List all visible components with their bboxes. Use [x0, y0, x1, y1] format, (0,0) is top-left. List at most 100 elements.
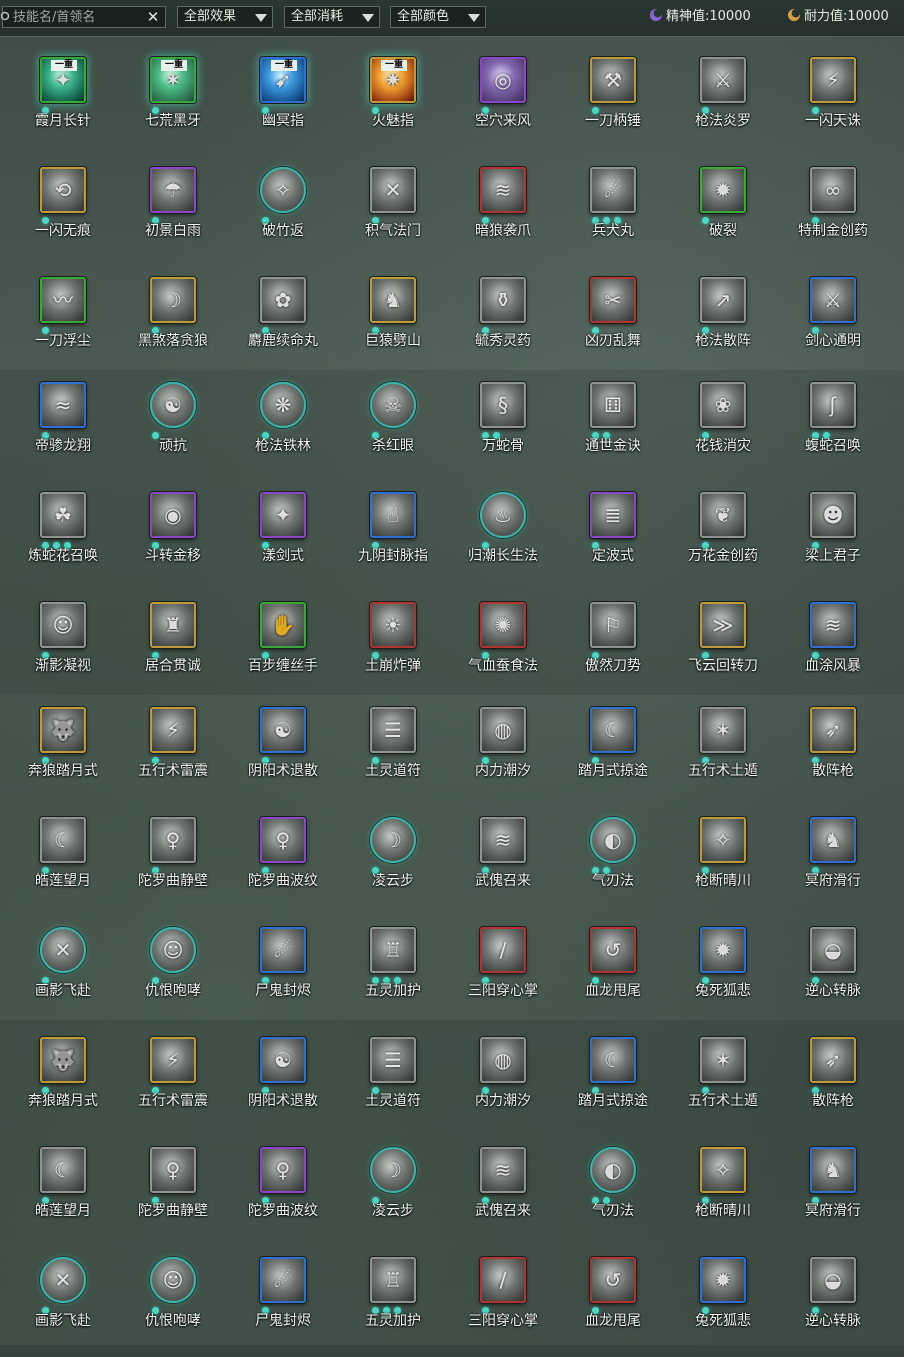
- skill-icon[interactable]: ✧: [700, 817, 746, 863]
- skill-icon[interactable]: ☾: [40, 1147, 86, 1193]
- skill-icon[interactable]: ✕: [40, 927, 86, 973]
- skill-icon[interactable]: /: [480, 927, 526, 973]
- skill-icon[interactable]: ⚅: [590, 382, 636, 428]
- skill-icon[interactable]: ☂: [150, 167, 196, 213]
- skill-icon[interactable]: ☄: [260, 927, 306, 973]
- skill-icon[interactable]: ✋: [260, 602, 306, 648]
- skill-slot[interactable]: ◐ 气刃法: [558, 1137, 668, 1247]
- skill-icon[interactable]: ☯: [260, 1037, 306, 1083]
- skill-slot[interactable]: ↗ 枪法散阵: [668, 267, 778, 372]
- skill-slot[interactable]: ♜ 居合贯诚: [118, 592, 228, 697]
- skill-slot[interactable]: § 万蛇骨: [448, 372, 558, 482]
- skill-slot[interactable]: ✧ 枪断晴川: [668, 807, 778, 917]
- skill-icon[interactable]: ◐: [590, 817, 636, 863]
- skill-icon[interactable]: ⚡: [150, 1037, 196, 1083]
- skill-icon[interactable]: ◒: [810, 927, 856, 973]
- skill-slot[interactable]: ☾ 皓莲望月: [8, 807, 118, 917]
- skill-slot[interactable]: ☰ 土灵道符: [338, 1027, 448, 1137]
- skill-slot[interactable]: 〰一刀浮尘: [8, 267, 118, 372]
- skill-slot[interactable]: ✕ 画影飞赴: [8, 1247, 118, 1357]
- skill-slot[interactable]: ⚱ 毓秀灵药: [448, 267, 558, 372]
- skill-icon[interactable]: ✹: [700, 167, 746, 213]
- skill-slot[interactable]: ➶ 散阵枪: [778, 1027, 888, 1137]
- skill-icon[interactable]: ✶ 一重: [150, 57, 196, 103]
- skill-slot[interactable]: ✧ 破竹返: [228, 157, 338, 267]
- skill-slot[interactable]: ⚡ 五行术雷震: [118, 697, 228, 807]
- skill-slot[interactable]: ☺ 渐影凝视: [8, 592, 118, 697]
- skill-icon[interactable]: ⟲: [40, 167, 86, 213]
- skill-slot[interactable]: ✹ 破裂: [668, 157, 778, 267]
- skill-slot[interactable]: ✂ 凶刃乱舞: [558, 267, 668, 372]
- skill-icon[interactable]: ✦ 一重: [40, 57, 86, 103]
- skill-icon[interactable]: ≋: [480, 167, 526, 213]
- skill-slot[interactable]: ☄ 尸鬼封烬: [228, 1247, 338, 1357]
- skill-slot[interactable]: ☾ 踏月式掠途: [558, 1027, 668, 1137]
- skill-icon[interactable]: ❦: [700, 492, 746, 538]
- skill-slot[interactable]: ⚅ 通世金诀: [558, 372, 668, 482]
- skill-icon[interactable]: ✺: [480, 602, 526, 648]
- skill-icon[interactable]: ≋: [480, 1147, 526, 1193]
- skill-slot[interactable]: ≈ 帝骖龙翔: [8, 372, 118, 482]
- skill-icon[interactable]: ʃ: [810, 382, 856, 428]
- skill-slot[interactable]: ♀ 陀罗曲波纹: [228, 807, 338, 917]
- skill-icon[interactable]: ✧: [700, 1147, 746, 1193]
- skill-slot[interactable]: ◉ 斗转金移: [118, 482, 228, 592]
- skill-icon[interactable]: ⚒: [590, 57, 636, 103]
- skill-icon[interactable]: ✕: [40, 1257, 86, 1303]
- skill-icon[interactable]: ✷ 一重: [370, 57, 416, 103]
- skill-icon[interactable]: ☠: [370, 382, 416, 428]
- skill-icon[interactable]: ☯: [260, 707, 306, 753]
- skill-icon[interactable]: ♞: [370, 277, 416, 323]
- skill-slot[interactable]: ☘ 炼蛇花召唤: [8, 482, 118, 592]
- skill-slot[interactable]: ✕ 积气法门: [338, 157, 448, 267]
- skill-slot[interactable]: ➹ 一重 幽冥指: [228, 47, 338, 157]
- skill-slot[interactable]: ∞ 特制金创药: [778, 157, 888, 267]
- skill-slot[interactable]: ☽ 凌云步: [338, 807, 448, 917]
- clear-search-icon[interactable]: ✕: [145, 8, 161, 26]
- skill-icon[interactable]: ✕: [370, 167, 416, 213]
- skill-icon[interactable]: ✹: [700, 1257, 746, 1303]
- skill-slot[interactable]: ☝ 九阴封脉指: [338, 482, 448, 592]
- skill-icon[interactable]: ♨: [480, 492, 526, 538]
- skill-icon[interactable]: ☰: [370, 707, 416, 753]
- skill-slot[interactable]: ☾ 皓莲望月: [8, 1137, 118, 1247]
- skill-slot[interactable]: ≣ 定波式: [558, 482, 668, 592]
- skill-slot[interactable]: ✋ 百步缠丝手: [228, 592, 338, 697]
- skill-icon[interactable]: ✂: [590, 277, 636, 323]
- skill-icon[interactable]: ☻: [810, 492, 856, 538]
- skill-slot[interactable]: ♖ 五灵加护: [338, 917, 448, 1027]
- skill-icon[interactable]: ♀: [150, 1147, 196, 1193]
- skill-slot[interactable]: ➶ 散阵枪: [778, 697, 888, 807]
- skill-slot[interactable]: ☯ 阴阳术退散: [228, 1027, 338, 1137]
- skill-icon[interactable]: ☾: [40, 817, 86, 863]
- skill-slot[interactable]: ♞ 巨猿劈山: [338, 267, 448, 372]
- skill-icon[interactable]: ♜: [150, 602, 196, 648]
- skill-icon[interactable]: ◉: [150, 492, 196, 538]
- search-box[interactable]: ✕: [1, 6, 166, 28]
- skill-slot[interactable]: ❀ 花钱消灾: [668, 372, 778, 482]
- skill-slot[interactable]: ⚔ 剑心通明: [778, 267, 888, 372]
- skill-icon[interactable]: ☾: [590, 1037, 636, 1083]
- skill-slot[interactable]: ◒ 逆心转脉: [778, 1247, 888, 1357]
- skill-icon[interactable]: ➹ 一重: [260, 57, 306, 103]
- skill-slot[interactable]: ⚒ 一刀柄锤: [558, 47, 668, 157]
- skill-icon[interactable]: ➶: [810, 1037, 856, 1083]
- skill-icon[interactable]: ➶: [810, 707, 856, 753]
- skill-slot[interactable]: ◐ 气刃法: [558, 807, 668, 917]
- skill-icon[interactable]: ☽: [150, 277, 196, 323]
- skill-slot[interactable]: ↺ 血龙甩尾: [558, 1247, 668, 1357]
- skill-slot[interactable]: ♀ 陀罗曲波纹: [228, 1137, 338, 1247]
- skill-icon[interactable]: ✿: [260, 277, 306, 323]
- skill-icon[interactable]: ✦: [260, 492, 306, 538]
- skill-slot[interactable]: ☰ 土灵道符: [338, 697, 448, 807]
- skill-icon[interactable]: ◎: [480, 57, 526, 103]
- skill-icon[interactable]: ◍: [480, 1037, 526, 1083]
- skill-icon[interactable]: ☽: [370, 817, 416, 863]
- skill-icon[interactable]: ≋: [480, 817, 526, 863]
- skill-slot[interactable]: ☄ 兵犬丸: [558, 157, 668, 267]
- skill-icon[interactable]: ☄: [260, 1257, 306, 1303]
- skill-icon[interactable]: ☽: [370, 1147, 416, 1193]
- effect-filter-dropdown[interactable]: 全部效果: [177, 6, 273, 28]
- skill-slot[interactable]: ≋ 武傀召来: [448, 1137, 558, 1247]
- skill-slot[interactable]: ♞ 冥府滑行: [778, 807, 888, 917]
